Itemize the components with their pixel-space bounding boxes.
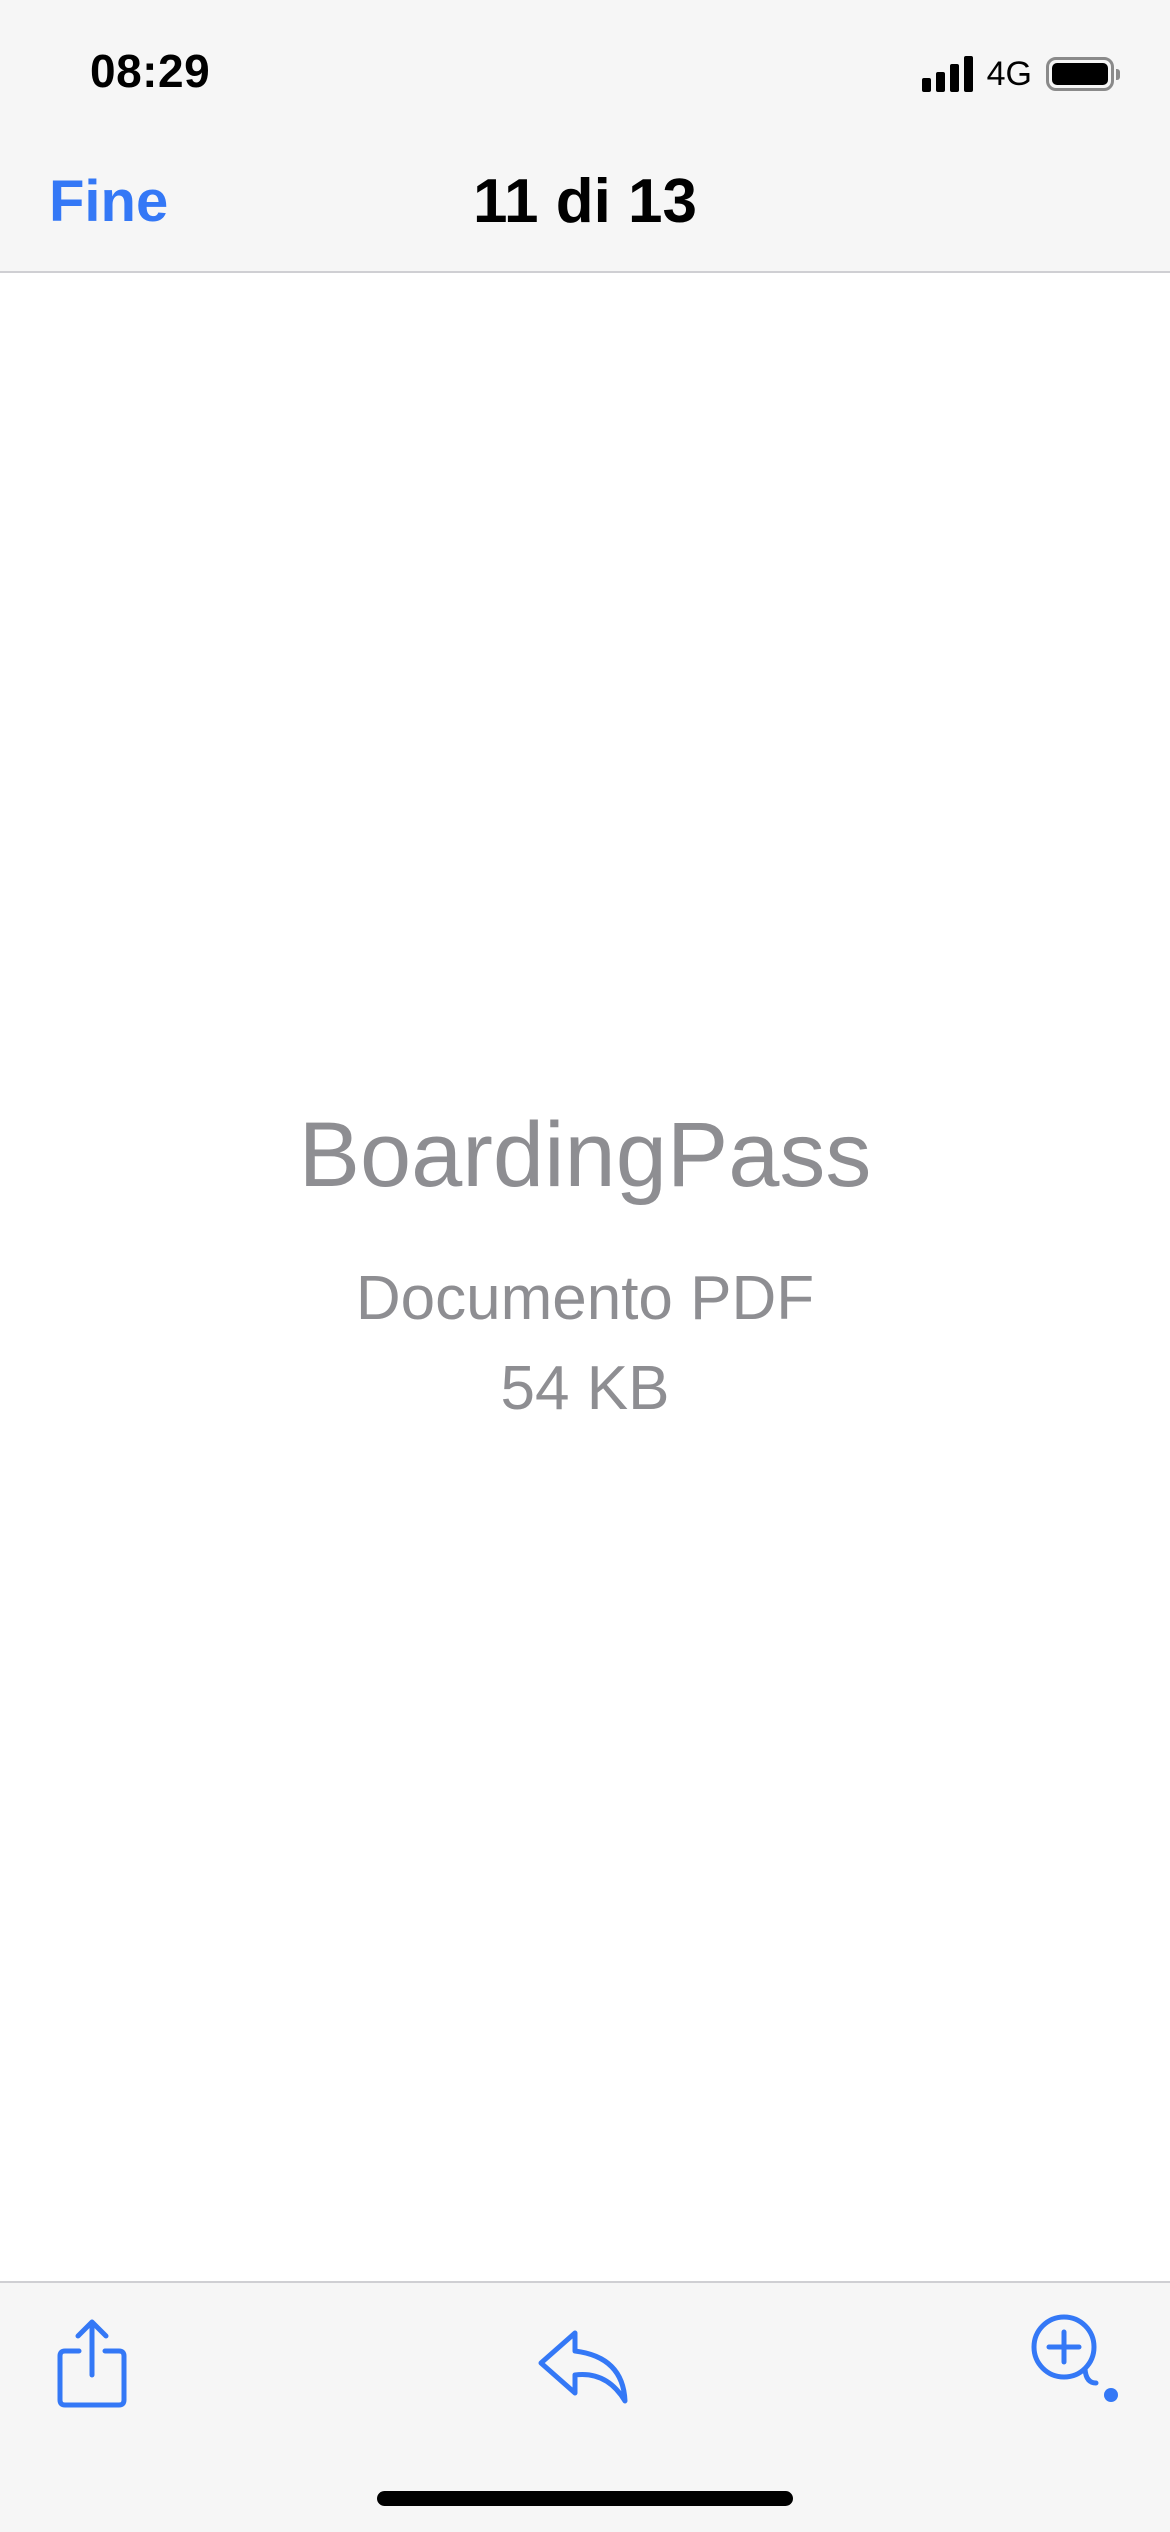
status-indicators: 4G (921, 52, 1120, 96)
file-type: Documento PDF (355, 1264, 815, 1333)
page-title: 11 di 13 (472, 167, 698, 236)
battery-icon (1046, 57, 1120, 91)
navigation-bar: Fine 11 di 13 (0, 140, 1170, 273)
reply-button[interactable] (535, 2325, 635, 2409)
status-time: 08:29 (90, 45, 211, 97)
file-name: BoardingPass (298, 1104, 872, 1206)
zoom-in-icon (1031, 2314, 1118, 2402)
share-icon (57, 2319, 127, 2408)
file-size: 54 KB (500, 1354, 670, 1423)
reply-icon (538, 2330, 628, 2404)
network-type: 4G (986, 54, 1032, 93)
status-bar: 08:29 4G (0, 0, 1170, 140)
document-preview: BoardingPass Documento PDF 54 KB (0, 273, 1170, 2281)
home-indicator[interactable] (377, 2491, 793, 2506)
signal-icon (921, 56, 973, 92)
share-button[interactable] (52, 2313, 132, 2413)
zoom-button[interactable] (1026, 2311, 1122, 2407)
